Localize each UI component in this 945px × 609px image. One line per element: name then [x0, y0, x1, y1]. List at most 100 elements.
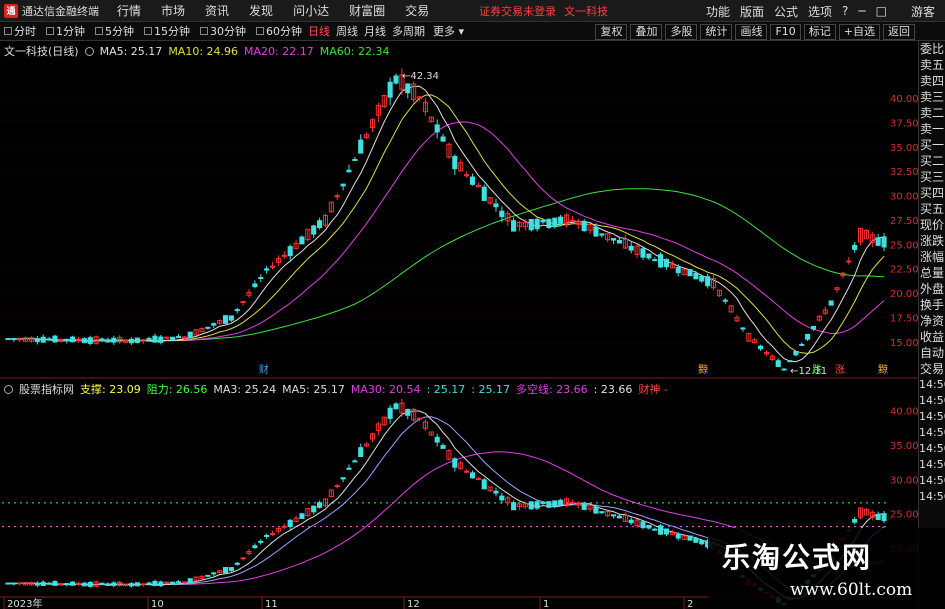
side-panel-item[interactable]: 总量 — [919, 265, 945, 281]
side-panel-item[interactable]: 买一 — [919, 137, 945, 153]
candle-body — [528, 501, 534, 510]
main-chart-title[interactable]: 文一科技(日线) — [4, 43, 79, 59]
side-panel-item[interactable]: 涨跌 — [919, 233, 945, 249]
side-panel-item[interactable]: 卖一 — [919, 121, 945, 137]
period-5min[interactable]: 5分钟 — [91, 23, 134, 39]
login-status[interactable]: 证券交易未登录 — [479, 3, 556, 19]
side-panel-item[interactable]: 卖三 — [919, 89, 945, 105]
side-panel-item[interactable]: 14:50 — [919, 377, 945, 393]
tool-overlay[interactable]: 叠加 — [630, 23, 663, 40]
menu-item-discover[interactable]: 发现 — [249, 2, 273, 19]
event-label: 黥 — [878, 363, 888, 376]
side-panel-item[interactable]: 换手 — [919, 297, 945, 313]
period-1min[interactable]: 1分钟 — [42, 23, 85, 39]
period-60min[interactable]: 60分钟 — [252, 23, 302, 39]
side-panel-item[interactable]: 14:50 — [919, 409, 945, 425]
side-panel-item[interactable]: 14:50 — [919, 441, 945, 457]
menu-item-ask[interactable]: 问小达 — [293, 2, 329, 19]
side-panel-item[interactable]: 卖二 — [919, 105, 945, 121]
tool-back[interactable]: 返回 — [883, 23, 915, 40]
menu-item-options[interactable]: 选项 — [808, 3, 832, 20]
current-stock-name: 文一科技 — [564, 4, 609, 18]
menu-item-quotes[interactable]: 行情 — [117, 2, 141, 19]
period-30min[interactable]: 30分钟 — [196, 23, 246, 39]
candle-body — [481, 479, 487, 490]
help-icon[interactable]: ? — [842, 4, 848, 18]
candle-body — [358, 139, 364, 154]
candle-body — [464, 470, 470, 473]
candle-body — [852, 518, 858, 523]
period-weekly[interactable]: 周线 — [336, 23, 358, 39]
tool-adjust[interactable]: 复权 — [595, 23, 628, 40]
menu-item-function[interactable]: 功能 — [706, 3, 730, 20]
side-panel-item[interactable]: 卖四 — [919, 73, 945, 89]
side-panel-item[interactable]: 14:50 — [919, 425, 945, 441]
sub-chart-title[interactable]: 股票指标网 — [19, 381, 74, 397]
side-panel-item[interactable]: 买四 — [919, 185, 945, 201]
period-daily[interactable]: 日线 — [308, 23, 330, 39]
checkbox-icon — [46, 27, 54, 35]
candle-body — [281, 254, 287, 257]
kline-chart-svg[interactable]: 40.00 37.50 35.00 32.50 30.00 27.50 25.00 22.50… — [0, 41, 918, 609]
side-panel-item[interactable]: 买五 — [919, 201, 945, 217]
settings-circle-icon[interactable] — [84, 46, 94, 56]
app-logo-icon: 通 — [4, 3, 18, 18]
candle-body — [222, 315, 229, 324]
ma60-line — [7, 188, 885, 342]
guest-user[interactable]: 游客 — [911, 3, 935, 20]
side-panel-item[interactable]: 14:50 — [919, 473, 945, 489]
candle-body — [240, 301, 246, 304]
candle-body — [546, 218, 552, 228]
chart-area[interactable]: 40.00 37.50 35.00 32.50 30.00 27.50 25.00 22.50… — [0, 41, 918, 609]
settings-circle-icon[interactable] — [4, 384, 13, 394]
candle-body — [558, 216, 564, 224]
side-panel-item[interactable]: 自动 — [919, 345, 945, 361]
side-panel-item[interactable]: 净资 — [919, 313, 945, 329]
period-monthly[interactable]: 月线 — [364, 23, 386, 39]
side-panel-item[interactable]: 买三 — [919, 169, 945, 185]
candle-body — [52, 580, 58, 586]
candle-body — [434, 436, 440, 443]
side-panel-item[interactable]: 委比 — [919, 41, 945, 57]
tool-multi-stock[interactable]: 多股 — [665, 23, 698, 40]
side-panel-item[interactable]: 收益 — [919, 329, 945, 345]
side-panel-item[interactable]: 交易 — [919, 361, 945, 377]
candle-body — [687, 269, 693, 277]
tool-statistics[interactable]: 统计 — [700, 23, 733, 40]
tool-add-watchlist[interactable]: +自选 — [838, 23, 880, 40]
side-panel-item[interactable]: 14:50 — [919, 457, 945, 473]
menu-item-trade[interactable]: 交易 — [405, 2, 429, 19]
period-intraday[interactable]: 分时 — [0, 23, 36, 39]
maximize-icon[interactable]: □ — [876, 4, 887, 18]
period-15min[interactable]: 15分钟 — [140, 23, 190, 39]
side-panel-item[interactable]: 14:50 — [919, 393, 945, 409]
x-tick-label: 12 — [407, 599, 420, 609]
side-panel-item[interactable]: 涨幅 — [919, 249, 945, 265]
watermark-title: 乐淘公式网 — [722, 541, 873, 574]
menu-item-layout[interactable]: 版面 — [740, 3, 764, 20]
menu-item-wealth[interactable]: 财富圈 — [349, 2, 385, 19]
candle-body — [581, 220, 587, 232]
period-multi[interactable]: 多周期 — [392, 23, 425, 39]
menu-item-market[interactable]: 市场 — [161, 2, 185, 19]
tool-f10[interactable]: F10 — [770, 23, 801, 40]
candle-body — [222, 566, 229, 574]
menu-item-news[interactable]: 资讯 — [205, 2, 229, 19]
menu-item-formula[interactable]: 公式 — [774, 3, 798, 20]
tool-draw[interactable]: 画线 — [735, 23, 768, 40]
period-label: 日线 — [308, 25, 330, 38]
candle-body — [528, 218, 534, 231]
side-panel-item[interactable]: 买二 — [919, 153, 945, 169]
period-more-dropdown[interactable]: 更多 ▾ — [433, 23, 464, 39]
minimize-icon[interactable]: ─ — [858, 4, 865, 18]
candle-body — [311, 225, 317, 235]
side-panel-item[interactable]: 现价 — [919, 217, 945, 233]
side-panel-item[interactable]: 14:56 — [919, 489, 945, 505]
side-panel-item[interactable]: 卖五 — [919, 57, 945, 73]
candle-body — [475, 478, 481, 481]
candle-body — [211, 572, 217, 575]
event-label: 财 — [259, 363, 269, 376]
more-label: 更多 — [433, 25, 455, 38]
tool-mark[interactable]: 标记 — [803, 23, 836, 40]
side-panel-item[interactable]: 外盘 — [919, 281, 945, 297]
